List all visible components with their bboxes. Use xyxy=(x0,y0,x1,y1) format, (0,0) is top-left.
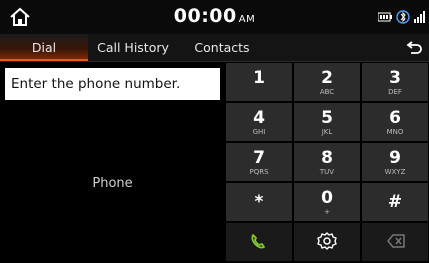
key-6-sub: MNO xyxy=(386,128,404,136)
key-0[interactable]: 0 + xyxy=(294,183,360,221)
phone-label: Phone xyxy=(92,176,133,191)
phone-call-icon xyxy=(251,234,265,249)
key-1[interactable]: 1 xyxy=(226,63,292,101)
key-7-label: 7 xyxy=(253,148,265,168)
back-icon xyxy=(406,40,422,54)
key-7-sub: PQRS xyxy=(249,168,269,176)
phone-number-field[interactable]: Enter the phone number. xyxy=(5,68,220,100)
key-9-sub: WXYZ xyxy=(384,168,406,176)
key-1-label: 1 xyxy=(253,68,265,88)
tab-contacts[interactable]: Contacts xyxy=(178,34,266,61)
key-5-label: 5 xyxy=(321,108,333,128)
key-3-sub: DEF xyxy=(388,88,402,96)
key-star-label: * xyxy=(254,192,264,212)
dial-keypad: 1 2 ABC 3 DEF 4 GHI 5 JKL 6 MNO 7 PQRS 8 TUV 9W… xyxy=(226,63,429,261)
key-3-label: 3 xyxy=(389,68,401,88)
tab-bar: Dial Call History Contacts xyxy=(0,34,429,62)
key-2-label: 2 xyxy=(321,68,333,88)
clock: 00:00 AM xyxy=(0,5,429,27)
bluetooth-icon xyxy=(396,10,410,24)
key-8[interactable]: 8 TUV xyxy=(294,143,360,181)
key-8-sub: TUV xyxy=(319,168,335,176)
key-9[interactable]: 9 WXYZ xyxy=(362,143,428,181)
status-bar: 00:00 AM xyxy=(0,0,429,34)
key-5-sub: JKL xyxy=(321,128,333,136)
key-8-label: 8 xyxy=(321,148,333,168)
backspace-button[interactable] xyxy=(362,223,428,261)
key-7[interactable]: 7 PQRS xyxy=(226,143,292,181)
tab-dial[interactable]: Dial xyxy=(0,34,88,61)
back-button[interactable] xyxy=(399,34,429,61)
tab-call-history[interactable]: Call History xyxy=(88,34,178,61)
key-4-label: 4 xyxy=(253,108,265,128)
call-button[interactable] xyxy=(226,223,292,261)
key-6-label: 6 xyxy=(389,108,401,128)
key-4[interactable]: 4 GHI xyxy=(226,103,292,141)
battery-icon xyxy=(378,12,392,22)
clock-ampm: AM xyxy=(238,14,256,25)
clock-time: 00:00 xyxy=(173,5,237,27)
status-icons xyxy=(378,10,426,24)
key-3[interactable]: 3 DEF xyxy=(362,63,428,101)
backspace-icon xyxy=(387,234,405,248)
gear-icon xyxy=(317,232,337,250)
key-2-sub: ABC xyxy=(319,88,335,96)
key-4-sub: GHI xyxy=(252,128,266,136)
key-0-sub: + xyxy=(324,208,330,216)
key-5[interactable]: 5 JKL xyxy=(294,103,360,141)
settings-button[interactable] xyxy=(294,223,360,261)
key-hash[interactable]: # xyxy=(362,183,428,221)
signal-icon xyxy=(414,11,425,23)
key-star[interactable]: * xyxy=(226,183,292,221)
key-9-label: 9 xyxy=(389,148,401,168)
key-6[interactable]: 6 MNO xyxy=(362,103,428,141)
key-0-label: 0 xyxy=(321,188,333,208)
key-2[interactable]: 2 ABC xyxy=(294,63,360,101)
key-hash-label: # xyxy=(387,192,403,212)
